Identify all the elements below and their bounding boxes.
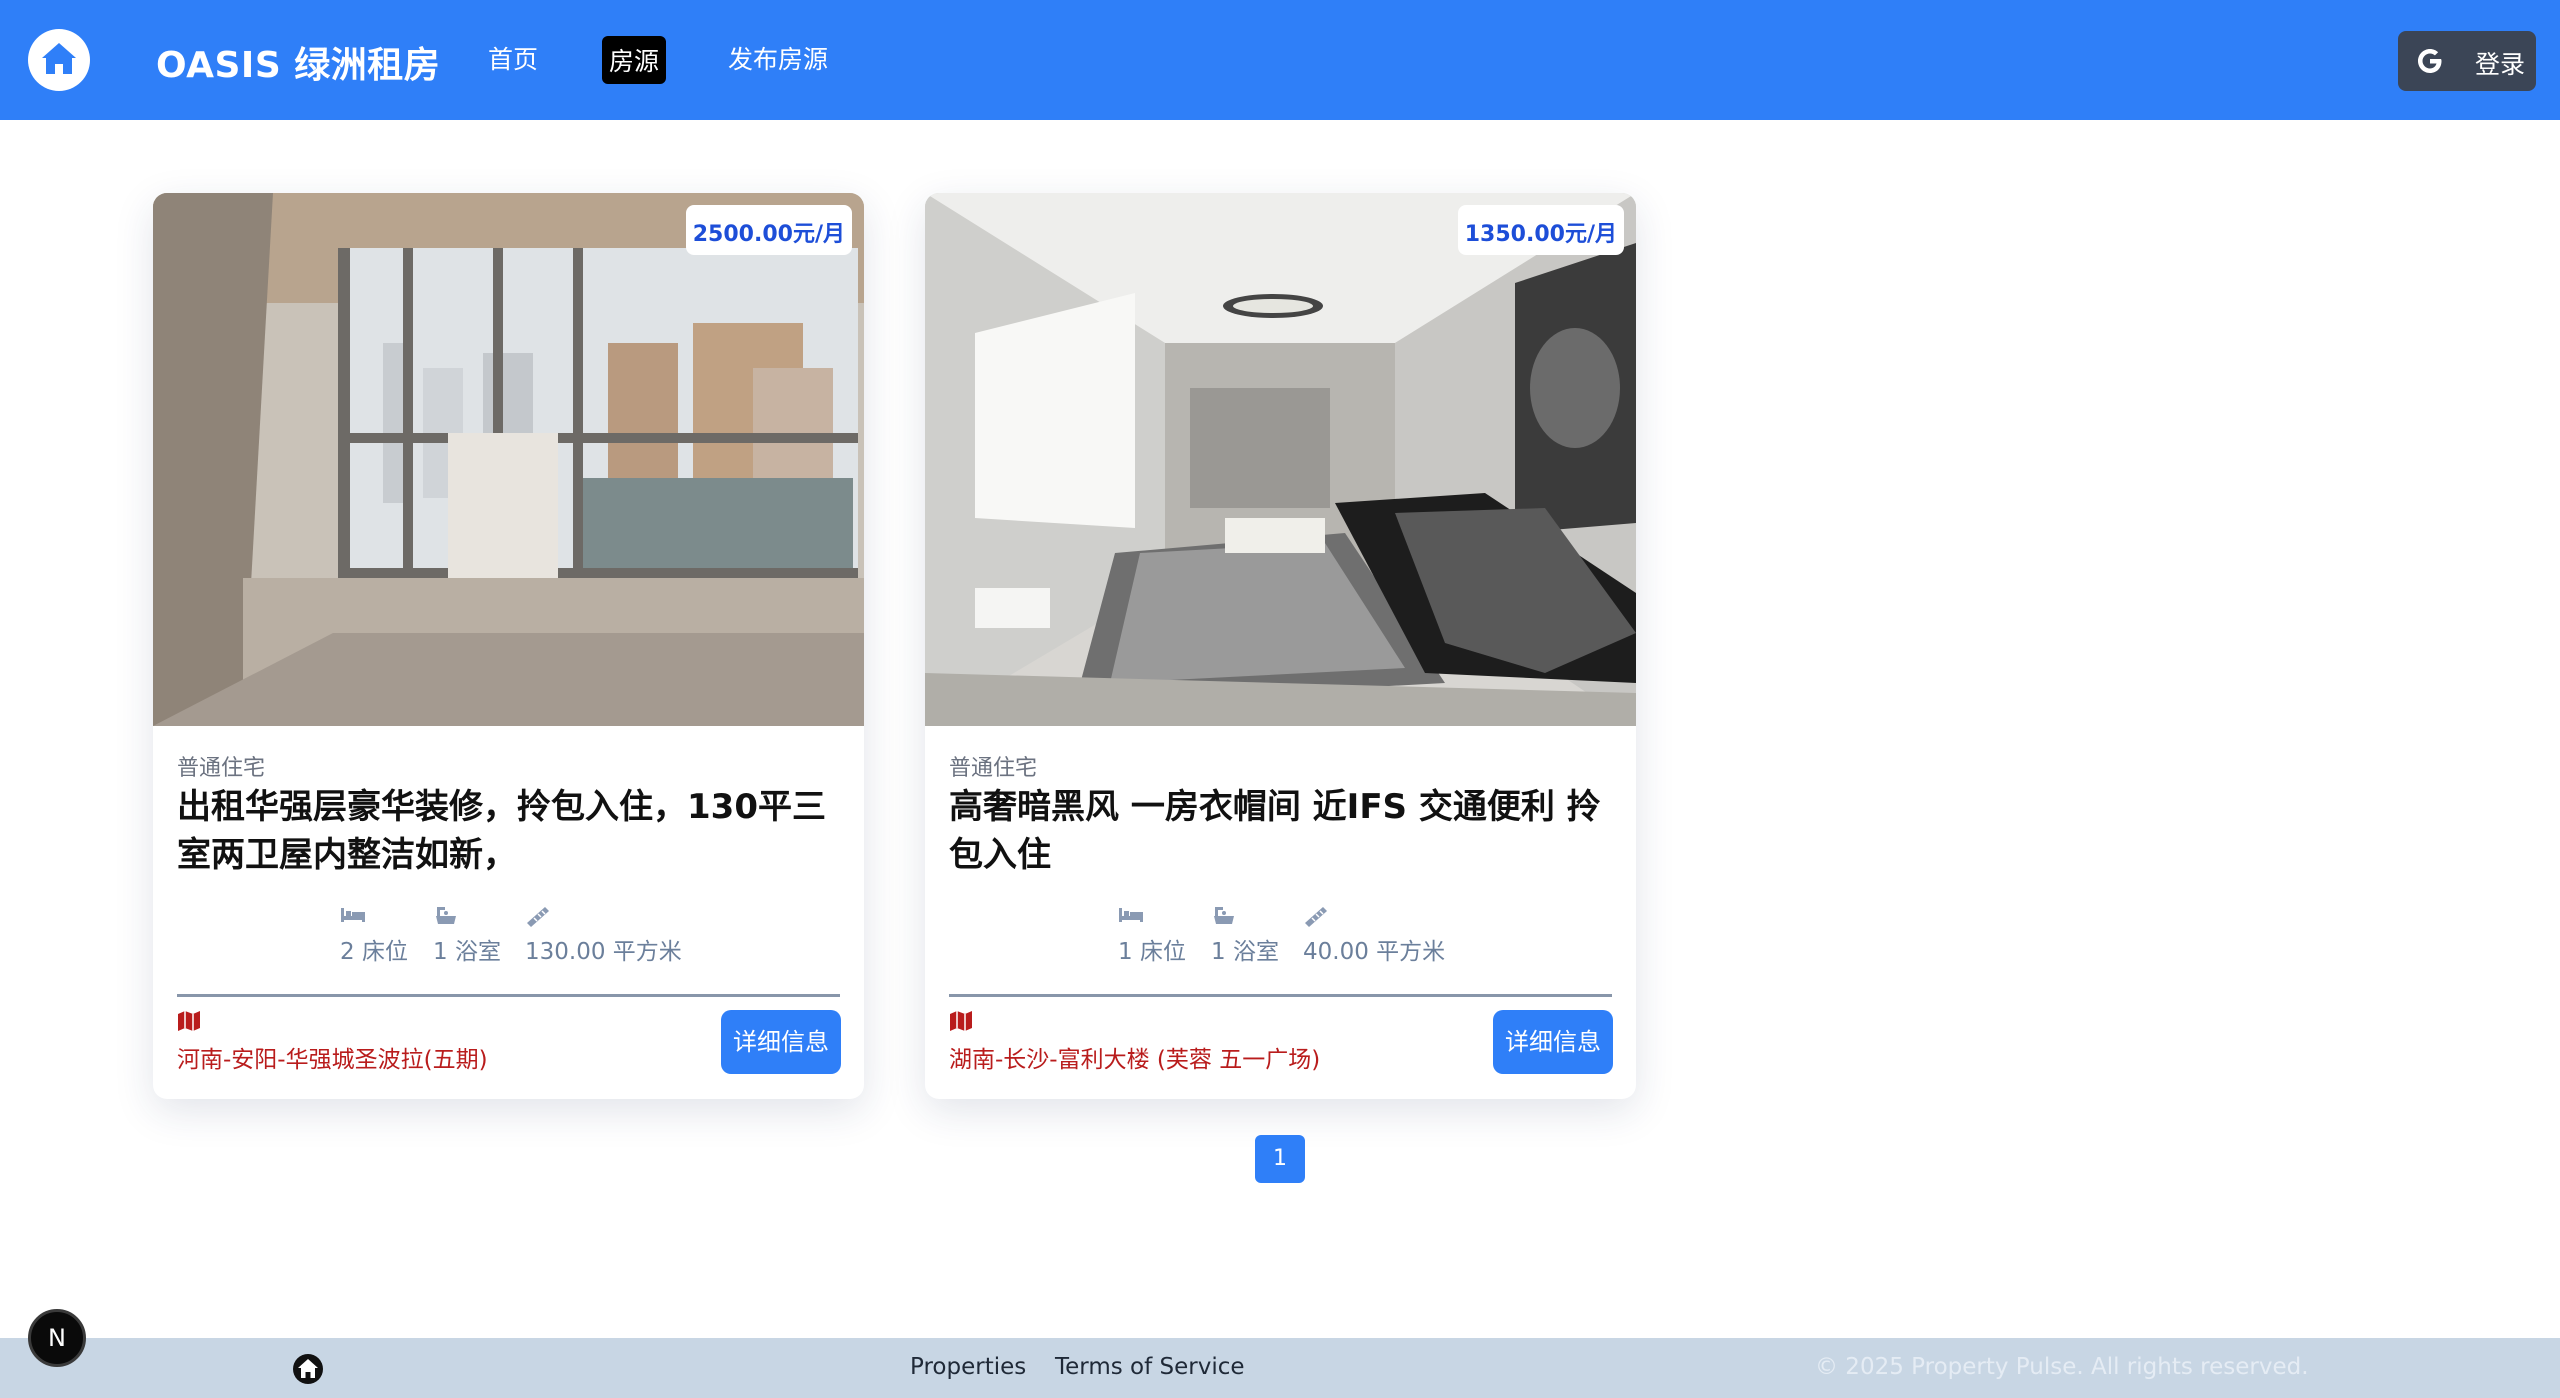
property-title[interactable]: 出租华强层豪华装修，拎包入住，130平三室两卫屋内整洁如新， [177,783,837,879]
baths-count: 1 浴室 [1211,939,1279,965]
map-icon [950,1011,972,1031]
nav-home-link[interactable]: 首页 [488,40,538,76]
login-button[interactable]: 登录 [2398,31,2536,91]
beds-count: 2 床位 [340,939,408,965]
card-divider [177,994,840,997]
card-divider [949,994,1612,997]
pagination-page-button[interactable]: 1 [1255,1135,1305,1183]
footer-terms-link[interactable]: Terms of Service [1055,1354,1245,1380]
copyright-text: © 2025 Property Pulse. All rights reserv… [1815,1354,2309,1380]
property-type: 普通住宅 [177,756,266,781]
top-navbar: OASIS 绿洲租房 首页 房源 发布房源 登录 [0,0,2560,120]
property-card: 1350.00元/月 普通住宅 高奢暗黑风 一房衣帽间 近IFS 交通便利 拎包… [925,193,1636,1099]
area-size: 40.00 平方米 [1303,939,1446,965]
property-card: 2500.00元/月 普通住宅 出租华强层豪华装修，拎包入住，130平三室两卫屋… [153,193,864,1099]
property-title[interactable]: 高奢暗黑风 一房衣帽间 近IFS 交通便利 拎包入住 [949,783,1609,879]
brand-title[interactable]: OASIS 绿洲租房 [156,36,440,88]
footer: Properties Terms of Service © 2025 Prope… [0,1338,2560,1398]
footer-properties-link[interactable]: Properties [910,1354,1026,1380]
property-photo[interactable] [153,193,864,726]
house-icon[interactable] [28,29,90,91]
property-photo[interactable] [925,193,1636,726]
map-icon [178,1011,200,1031]
details-button[interactable]: 详细信息 [721,1010,841,1074]
area-size: 130.00 平方米 [525,939,682,965]
beds-count: 1 床位 [1118,939,1186,965]
dev-tools-badge[interactable]: N [28,1309,86,1367]
nav-properties-link[interactable]: 房源 [602,36,667,84]
baths-count: 1 浴室 [433,939,501,965]
property-type: 普通住宅 [949,756,1038,781]
bed-icon [341,908,365,922]
price-tag: 1350.00元/月 [1457,205,1624,255]
bath-icon [1214,907,1234,924]
price-tag: 2500.00元/月 [685,205,852,255]
bath-icon [436,907,456,924]
google-icon [2418,49,2442,73]
details-button[interactable]: 详细信息 [1493,1010,1613,1074]
house-icon[interactable] [292,1353,324,1385]
property-location: 河南-安阳-华强城圣波拉(五期) [177,1047,488,1073]
bed-icon [1119,908,1143,922]
ruler-icon [527,907,549,927]
login-label: 登录 [2475,50,2526,79]
property-location: 湖南-长沙-富利大楼 (芙蓉 五一广场) [949,1047,1321,1073]
ruler-icon [1305,907,1327,927]
nav-add-property-link[interactable]: 发布房源 [728,40,828,76]
